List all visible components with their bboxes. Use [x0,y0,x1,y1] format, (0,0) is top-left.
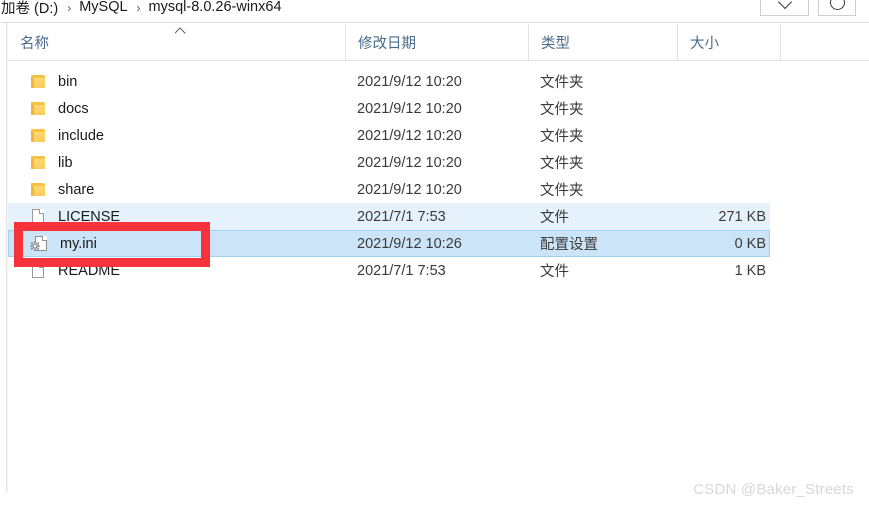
file-name-cell[interactable]: lib [8,149,345,176]
breadcrumb-item-current[interactable]: mysql-8.0.26-winx64 [148,0,283,15]
file-name-label: my.ini [60,235,97,252]
file-size-cell [677,122,770,149]
file-size-cell [677,68,770,95]
file-size-cell: 0 KB [734,235,766,252]
config-file-icon [30,236,49,251]
file-icon [30,263,47,278]
file-type-cell: 文件 [540,210,569,226]
file-explorer-window: 加卷 (D:) › MySQL › mysql-8.0.26-winx64 名称… [0,0,869,510]
file-name-label: bin [58,73,78,90]
file-date-cell: 2021/9/12 10:20 [357,127,462,144]
file-date-cell: 2021/9/12 10:20 [357,154,462,171]
file-name-label: README [58,262,121,279]
file-name-label: share [58,181,95,198]
folder-icon [30,128,47,143]
file-name-label: include [58,127,104,144]
sort-ascending-icon [175,26,187,34]
file-name-label: lib [58,154,73,171]
file-type-cell: 配置设置 [540,237,598,253]
file-list[interactable]: bin 2021/9/12 10:20 文件夹 docs 2021/9/12 1… [8,62,869,492]
address-dropdown-button[interactable] [760,0,809,16]
watermark-text: CSDN @Baker_Streets [693,481,854,498]
breadcrumb[interactable]: 加卷 (D:) › MySQL › mysql-8.0.26-winx64 [0,0,283,21]
file-date-cell: 2021/9/12 10:20 [357,181,462,198]
folder-icon [30,182,47,197]
address-bar-divider [0,22,869,23]
file-size-cell [677,149,770,176]
table-row-my-ini[interactable]: my.ini 2021/9/12 10:26 配置设置 0 KB [8,230,770,257]
column-header-name-label: 名称 [20,35,49,52]
table-row[interactable]: bin 2021/9/12 10:20 文件夹 [8,68,770,95]
file-type-cell: 文件夹 [540,129,584,145]
file-icon [30,209,47,224]
file-name-cell[interactable]: include [8,122,345,149]
file-date-cell: 2021/7/1 7:53 [357,262,446,279]
column-header-size-label: 大小 [690,35,719,52]
table-row[interactable]: README 2021/7/1 7:53 文件 1 KB [8,257,770,284]
breadcrumb-item-drive[interactable]: 加卷 (D:) [0,0,59,18]
file-type-cell: 文件夹 [540,75,584,91]
folder-icon [30,155,47,170]
file-name-cell[interactable]: my.ini [8,230,345,257]
refresh-button[interactable] [818,0,856,16]
file-size-cell [677,176,770,203]
address-bar[interactable]: 加卷 (D:) › MySQL › mysql-8.0.26-winx64 [0,0,869,23]
column-header-date-label: 修改日期 [358,35,416,52]
file-name-cell[interactable]: bin [8,68,345,95]
file-name-cell[interactable]: README [8,257,345,284]
file-type-cell: 文件夹 [540,102,584,118]
column-header-size[interactable]: 大小 [677,24,780,60]
table-row[interactable]: share 2021/9/12 10:20 文件夹 [8,176,770,203]
file-type-cell: 文件夹 [540,156,584,172]
column-header-row: 名称 修改日期 类型 大小 [8,24,869,61]
folder-icon [30,101,47,116]
column-header-empty[interactable] [780,24,869,60]
file-name-cell[interactable]: docs [8,95,345,122]
table-row[interactable]: LICENSE 2021/7/1 7:53 文件 271 KB [8,203,770,230]
breadcrumb-item-mysql[interactable]: MySQL [78,0,128,15]
column-header-type[interactable]: 类型 [528,24,677,60]
gear-icon [30,241,40,251]
breadcrumb-separator-icon: › [136,1,141,15]
table-row[interactable]: include 2021/9/12 10:20 文件夹 [8,122,770,149]
file-type-cell: 文件夹 [540,183,584,199]
file-name-label: LICENSE [58,208,121,225]
chevron-down-icon [777,0,792,10]
table-row[interactable]: lib 2021/9/12 10:20 文件夹 [8,149,770,176]
file-name-cell[interactable]: share [8,176,345,203]
column-header-date-modified[interactable]: 修改日期 [345,24,528,60]
file-date-cell: 2021/9/12 10:20 [357,73,462,90]
file-date-cell: 2021/7/1 7:53 [357,208,446,225]
file-type-cell: 文件 [540,264,569,280]
breadcrumb-separator-icon: › [67,1,72,15]
file-name-cell[interactable]: LICENSE [8,203,345,230]
file-size-cell: 1 KB [734,262,766,279]
file-size-cell: 271 KB [718,208,766,225]
table-row[interactable]: docs 2021/9/12 10:20 文件夹 [8,95,770,122]
refresh-icon [830,0,845,10]
folder-icon [30,74,47,89]
file-name-label: docs [58,100,89,117]
file-date-cell: 2021/9/12 10:26 [357,235,462,252]
file-size-cell [677,95,770,122]
column-header-type-label: 类型 [541,35,570,52]
file-date-cell: 2021/9/12 10:20 [357,100,462,117]
